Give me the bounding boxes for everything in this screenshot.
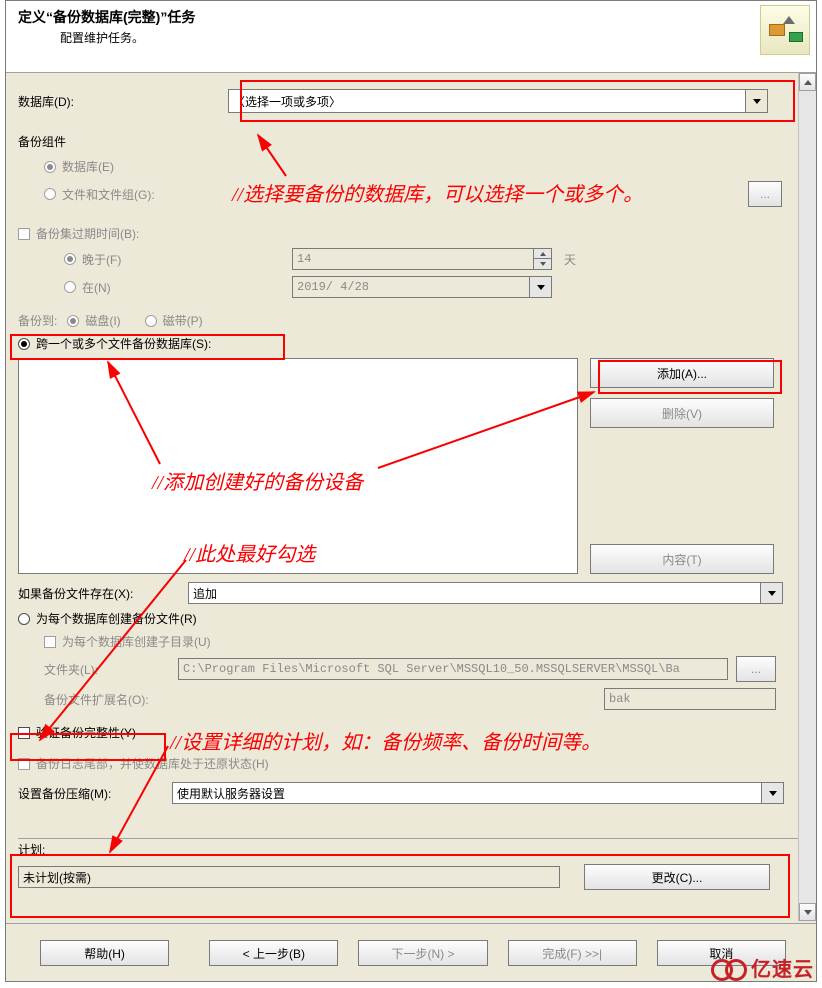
backup-component-label: 备份组件 <box>18 133 228 150</box>
dialog-subtitle: 配置维护任务。 <box>60 29 804 46</box>
annotation-box-across <box>10 334 285 360</box>
help-button[interactable]: 帮助(H) <box>40 940 169 966</box>
radio-after <box>64 253 76 265</box>
folder-browse-button: ... <box>736 656 776 682</box>
ext-label: 备份文件扩展名(O): <box>44 691 604 708</box>
ext-value: bak <box>609 692 631 706</box>
annotation-box-schedule <box>10 854 790 918</box>
ext-input: bak <box>604 688 776 710</box>
finish-button: 完成(F) >>| <box>508 940 637 966</box>
radio-disk <box>67 315 79 327</box>
dialog-header: 定义“备份数据库(完整)”任务 配置维护任务。 <box>6 1 816 73</box>
check-subdir-label: 为每个数据库创建子目录(U) <box>62 633 211 650</box>
ifexists-value: 追加 <box>193 585 217 602</box>
chevron-down-icon[interactable] <box>760 583 782 603</box>
radio-files-label: 文件和文件组(G): <box>62 186 155 203</box>
next-button: 下一步(N) > <box>358 940 487 966</box>
check-expire <box>18 228 30 240</box>
annotation-text-4: //设置详细的计划，如：备份频率、备份时间等。 <box>170 726 601 755</box>
folder-label: 文件夹(L): <box>44 661 178 678</box>
radio-files <box>44 188 56 200</box>
database-label: 数据库(D): <box>18 93 228 110</box>
ifexists-dropdown[interactable]: 追加 <box>188 582 783 604</box>
scroll-down[interactable] <box>799 903 816 921</box>
dialog-body: 数据库(D): 〈选择一项或多项〉 备份组件 数据库(E) 文件和文件组(G):… <box>6 73 816 981</box>
remove-button: 删除(V) <box>590 398 774 428</box>
days-value: 14 <box>297 252 311 266</box>
radio-disk-label: 磁盘(I) <box>85 312 120 329</box>
dialog-window: 定义“备份数据库(完整)”任务 配置维护任务。 数据库(D): 〈选择一项或多项… <box>5 0 817 982</box>
radio-on <box>64 281 76 293</box>
annotation-text-1: //选择要备份的数据库，可以选择一个或多个。 <box>232 178 792 207</box>
spinner-buttons <box>533 249 551 269</box>
back-button[interactable]: < 上一步(B) <box>209 940 338 966</box>
folder-input: C:\Program Files\Microsoft SQL Server\MS… <box>178 658 728 680</box>
radio-per-db[interactable] <box>18 613 30 625</box>
days-spinner: 14 <box>292 248 552 270</box>
watermark: 亿速云 <box>711 953 814 982</box>
days-unit: 天 <box>564 251 576 268</box>
radio-tape-label: 磁带(P) <box>163 312 203 329</box>
radio-on-label: 在(N) <box>82 279 292 296</box>
radio-tape <box>145 315 157 327</box>
radio-database <box>44 161 56 173</box>
folder-value: C:\Program Files\Microsoft SQL Server\MS… <box>183 662 680 676</box>
annotation-text-3: //此处最好勾选 <box>184 538 315 567</box>
annotation-box-database <box>240 80 795 122</box>
task-icon <box>760 5 810 55</box>
chevron-down-icon[interactable] <box>761 783 783 803</box>
compression-label: 设置备份压缩(M): <box>18 785 172 802</box>
chevron-down-icon <box>529 277 551 297</box>
date-value: 2019/ 4/28 <box>297 280 369 294</box>
check-subdir <box>44 636 56 648</box>
radio-per-db-label: 为每个数据库创建备份文件(R) <box>36 610 197 627</box>
radio-database-label: 数据库(E) <box>62 158 114 175</box>
annotation-box-verify <box>10 733 166 761</box>
compression-dropdown[interactable]: 使用默认服务器设置 <box>172 782 784 804</box>
scrollbar[interactable] <box>798 73 816 921</box>
date-picker: 2019/ 4/28 <box>292 276 552 298</box>
content-button: 内容(T) <box>590 544 774 574</box>
compression-value: 使用默认服务器设置 <box>177 785 285 802</box>
wizard-buttons: 帮助(H) < 上一步(B) 下一步(N) > 完成(F) >>| 取消 <box>6 923 816 981</box>
annotation-box-add <box>598 360 782 394</box>
dialog-title: 定义“备份数据库(完整)”任务 <box>18 7 804 27</box>
expire-label: 备份集过期时间(B): <box>36 225 139 242</box>
scroll-up[interactable] <box>799 73 816 91</box>
backupto-label: 备份到: <box>18 312 57 329</box>
ifexists-label: 如果备份文件存在(X): <box>18 585 188 602</box>
annotation-text-2: //添加创建好的备份设备 <box>152 466 363 495</box>
radio-after-label: 晚于(F) <box>82 251 292 268</box>
